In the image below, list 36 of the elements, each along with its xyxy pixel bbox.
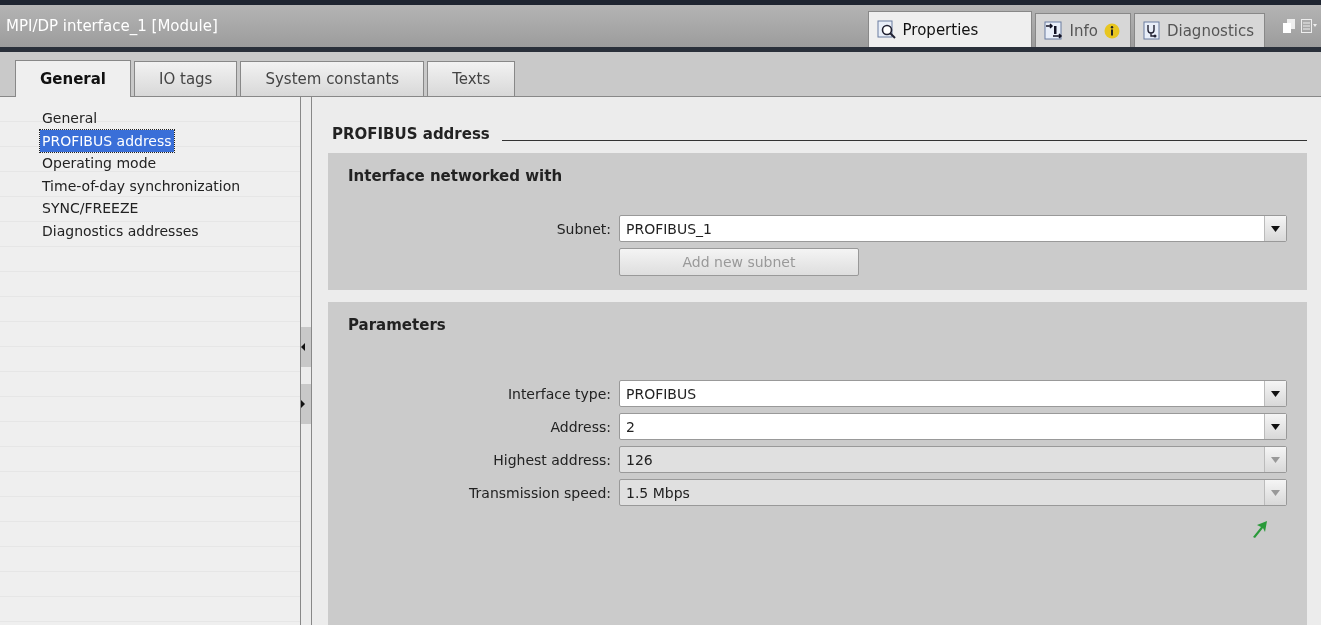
sidebar-item[interactable]: Operating mode [15,152,161,175]
caret-icon [1271,225,1280,232]
sidebar-item[interactable]: General [15,107,102,130]
sidebar-item[interactable]: SYNC/FREEZE [15,197,143,220]
tab[interactable]: Texts [427,61,516,96]
tab[interactable]: System constants [240,61,425,96]
window-title: MPI/DP interface_1 [Module] [5,16,219,37]
magnifier-icon [876,19,897,40]
section-title: PROFIBUS address [331,125,490,143]
tab[interactable]: IO tags [134,61,238,96]
caret-icon [1271,489,1280,496]
group-title: Interface networked with [348,167,564,185]
sidebar-item[interactable]: Time-of-day synchronization [15,174,245,197]
caret-icon [1271,423,1280,430]
caret-icon [1271,456,1280,463]
sidebar-item[interactable]: Diagnostics addresses [15,219,203,242]
dropdown-field[interactable]: 2 [619,413,1287,440]
panel-tab[interactable]: Properties [867,11,1032,47]
field-label: Highest address: [492,451,611,468]
dropdown-field[interactable]: PROFIBUS [619,380,1287,407]
dropdown-field[interactable]: PROFIBUS_1 [619,215,1287,242]
field-label: Subnet: [555,220,611,237]
caret-icon [1271,390,1280,397]
field-label: Transmission speed: [468,484,611,501]
field-label: Address: [549,418,611,435]
menu-list-icon[interactable] [1301,19,1317,33]
field-label: Interface type: [506,385,611,402]
tab[interactable]: General [15,60,131,97]
panel-tab[interactable]: Diagnostics [1133,13,1265,47]
info-badge-icon [1103,22,1120,39]
info-arrows-icon [1043,20,1064,41]
arrow-icon[interactable] [1251,520,1267,538]
float-window-icon[interactable] [1283,19,1295,33]
group-title: Parameters [348,316,447,334]
stethoscope-icon [1142,20,1161,41]
panel-tab[interactable]: Info [1034,13,1131,47]
